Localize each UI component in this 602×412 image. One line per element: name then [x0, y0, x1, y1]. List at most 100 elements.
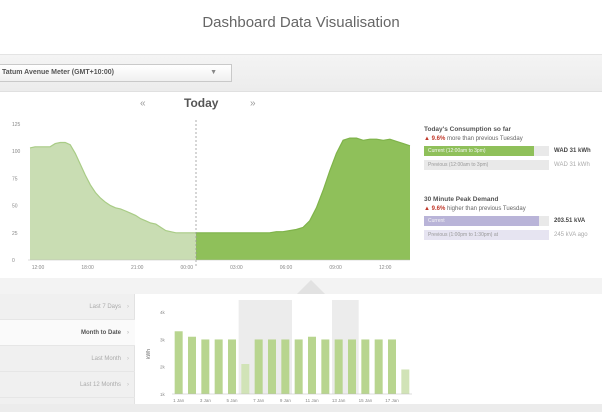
period-item-month-to-date[interactable]: Month to Date ›	[0, 320, 135, 346]
daily-bar	[201, 339, 210, 394]
x-tick-label: 3 Jan	[200, 398, 212, 403]
y-tick-label: 125	[12, 122, 21, 128]
dashboard-page: Dashboard Data Visualisation Tatum Avenu…	[0, 0, 602, 412]
daily-bar	[401, 369, 410, 394]
daily-bar	[241, 364, 250, 394]
daily-bar	[294, 339, 303, 394]
daily-bar	[268, 339, 276, 394]
x-tick-label: 12:00	[32, 265, 45, 270]
consumption-heading: Today's Consumption so far	[424, 126, 512, 133]
daily-bar	[281, 339, 290, 394]
expand-handle[interactable]	[297, 280, 325, 294]
x-tick-label: 5 Jan	[226, 398, 238, 403]
y-tick-label: 2k	[160, 365, 166, 370]
x-tick-label: 17 Jan	[385, 398, 399, 403]
x-tick-label: 18:00	[81, 265, 94, 270]
period-item-last-month[interactable]: Last Month ›	[0, 346, 135, 372]
meter-toolbar: Tatum Avenue Meter (GMT+10:00) ▼	[0, 54, 602, 92]
daily-bar	[361, 339, 370, 394]
consumption-delta-pct: 9.6%	[431, 136, 446, 142]
x-tick-label: 11 Jan	[305, 398, 319, 403]
x-tick-label: 06:00	[280, 265, 293, 270]
month-to-date-chart: 4k 3k 2k 1k kWh 1 Jan 3 Jan 5 Jan 7 Jan 9 Jan 11 J…	[146, 300, 412, 403]
consumption-current-bar: Current (12:00am to 3pm) WAD 31 kWh	[424, 146, 602, 156]
y-tick-label: 0	[12, 258, 15, 264]
peak-delta-pct: 9.6%	[431, 206, 446, 212]
x-tick-label: 21:00	[131, 265, 144, 270]
y-tick-label: 3k	[160, 337, 166, 342]
daily-bar	[228, 339, 236, 394]
peak-previous-bar: Previous (1:00pm to 1:30pm) at 245 kVA a…	[424, 230, 602, 240]
chevron-right-icon: ›	[127, 330, 129, 336]
y-tick-label: 100	[12, 149, 21, 155]
y-tick-label: 50	[12, 204, 18, 210]
previous-period-area	[30, 142, 196, 260]
daily-bar	[388, 339, 396, 394]
meter-select[interactable]: Tatum Avenue Meter (GMT+10:00) ▼	[0, 64, 232, 82]
footer-strip	[0, 404, 602, 412]
x-tick-label: 15 Jan	[359, 398, 373, 403]
triangle-up-icon: ▲	[424, 206, 430, 212]
consumption-delta: ▲ 9.6% more than previous Tuesday	[424, 136, 602, 142]
x-tick-label: 00:00	[181, 265, 194, 270]
consumption-delta-text: more than previous Tuesday	[446, 136, 523, 142]
daily-bar	[348, 339, 356, 394]
period-label: Last 7 Days	[89, 304, 121, 310]
triangle-up-icon: ▲	[424, 136, 430, 142]
period-list: Last 7 Days › Month to Date › Last Month…	[0, 294, 135, 406]
consumption-current-label: Current (12:00am to 3pm)	[428, 148, 486, 154]
period-section: Last 7 Days › Month to Date › Last Month…	[0, 278, 602, 412]
y-tick-label: 25	[12, 231, 18, 237]
daily-bar	[321, 339, 330, 394]
next-day-button[interactable]: »	[250, 98, 256, 109]
day-label: Today	[184, 96, 219, 110]
peak-delta: ▲ 9.6% higher than previous Tuesday	[424, 206, 602, 212]
daily-bar	[334, 339, 343, 394]
x-tick-label: 7 Jan	[253, 398, 265, 403]
daily-consumption-chart: 125 100 75 50 25 0 12:00 18:00 21:00 00:00 03:00 06…	[12, 120, 411, 270]
x-tick-label: 03:00	[230, 265, 243, 270]
consumption-previous-label: Previous (12:00am to 3pm)	[428, 162, 489, 168]
chevron-down-icon: ▼	[210, 69, 217, 76]
daily-bar	[174, 331, 183, 394]
x-tick-label: 13 Jan	[332, 398, 346, 403]
period-section-header	[0, 278, 602, 294]
peak-heading: 30 Minute Peak Demand	[424, 196, 499, 203]
period-item-last-12-months[interactable]: Last 12 Months ›	[0, 372, 135, 398]
y-tick-label: 1k	[160, 392, 166, 397]
previous-day-button[interactable]: «	[140, 98, 146, 109]
lower-summary-area	[420, 294, 602, 406]
daily-bar	[308, 336, 316, 394]
peak-current-label: Current	[428, 218, 445, 224]
period-label: Last Month	[91, 356, 121, 362]
peak-previous-value: 245 kVA ago	[554, 232, 588, 238]
y-tick-label: 4k	[160, 310, 166, 315]
day-navigator: « Today »	[140, 96, 280, 114]
consumption-previous-value: WAD 31 kWh	[554, 162, 590, 168]
daily-bar	[254, 339, 263, 394]
y-axis-label: kWh	[146, 349, 152, 359]
x-tick-label: 1 Jan	[173, 398, 185, 403]
daily-bar	[214, 339, 223, 394]
x-tick-label: 9 Jan	[280, 398, 292, 403]
chevron-right-icon: ›	[127, 382, 129, 388]
x-tick-label: 09:00	[329, 265, 342, 270]
peak-delta-text: higher than previous Tuesday	[446, 206, 526, 212]
summary-panel: Today's Consumption so far ▲ 9.6% more t…	[424, 126, 602, 240]
consumption-previous-bar: Previous (12:00am to 3pm) WAD 31 kWh	[424, 160, 602, 170]
period-label: Month to Date	[81, 330, 121, 336]
chevron-right-icon: ›	[127, 304, 129, 310]
period-label: Last 12 Months	[79, 382, 121, 388]
daily-bar	[374, 339, 383, 394]
period-item-last-7-days[interactable]: Last 7 Days ›	[0, 294, 135, 320]
chevron-right-icon: ›	[127, 356, 129, 362]
daily-bar	[188, 336, 196, 394]
meter-select-label: Tatum Avenue Meter (GMT+10:00)	[2, 69, 114, 76]
current-period-area	[196, 138, 410, 260]
peak-current-bar: Current 203.51 kVA	[424, 216, 602, 226]
x-tick-label: 12:00	[379, 265, 392, 270]
peak-current-value: 203.51 kVA	[554, 218, 586, 224]
peak-summary: 30 Minute Peak Demand ▲ 9.6% higher than…	[424, 196, 602, 240]
peak-previous-label: Previous (1:00pm to 1:30pm) at	[428, 232, 499, 238]
consumption-summary: Today's Consumption so far ▲ 9.6% more t…	[424, 126, 602, 170]
